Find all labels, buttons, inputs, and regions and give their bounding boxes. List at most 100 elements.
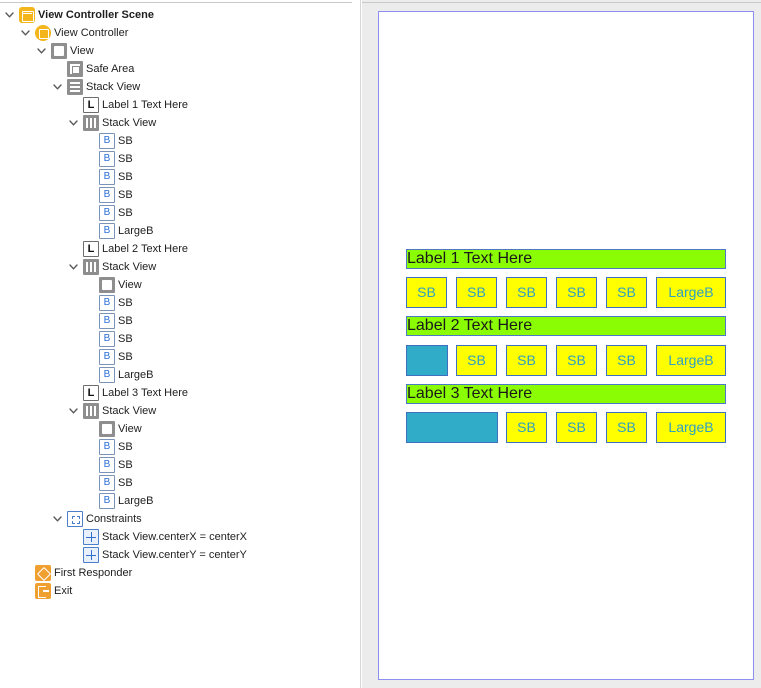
outline-item-label: LargeB <box>118 225 154 237</box>
outline-item-label: Stack View <box>102 117 157 129</box>
label-1[interactable]: Label 1 Text Here <box>406 249 726 269</box>
outline-item[interactable]: First Responder <box>20 564 132 582</box>
outline-item[interactable]: L Label 3 Text Here <box>68 384 188 402</box>
outline-item[interactable]: Stack View.centerY = centerY <box>68 546 247 564</box>
outline-item[interactable]: Constraints <box>52 510 142 528</box>
outline-item[interactable]: B LargeB <box>84 492 153 510</box>
button-icon: B <box>99 133 115 149</box>
sb-button[interactable]: SB <box>556 345 597 376</box>
outline-item[interactable]: View <box>84 276 142 294</box>
sb-button[interactable]: SB <box>606 412 647 443</box>
sb-button[interactable]: SB <box>506 277 547 308</box>
button-icon: B <box>99 367 115 383</box>
button-row-2[interactable]: SB SB SB SB LargeB <box>406 345 726 376</box>
outline-item[interactable]: View Controller Scene <box>4 6 154 24</box>
chevron-down-icon[interactable] <box>68 114 79 132</box>
chevron-down-icon[interactable] <box>20 24 31 42</box>
view-controller-frame[interactable]: Label 1 Text Here SB SB SB SB SB LargeB … <box>378 11 754 680</box>
outline-item[interactable]: Stack View <box>68 402 156 420</box>
label-3[interactable]: Label 3 Text Here <box>406 384 726 404</box>
large-button[interactable]: LargeB <box>656 277 726 308</box>
button-icon: B <box>99 349 115 365</box>
sb-button[interactable]: SB <box>556 412 597 443</box>
document-outline: View Controller Scene View Controller View… <box>0 0 361 688</box>
sb-button[interactable]: SB <box>606 277 647 308</box>
sb-button[interactable]: SB <box>606 345 647 376</box>
outline-item[interactable]: B LargeB <box>84 366 153 384</box>
outline-item-label: SB <box>118 315 133 327</box>
chevron-down-icon[interactable] <box>4 6 15 24</box>
large-button[interactable]: LargeB <box>656 345 726 376</box>
chevron-down-icon[interactable] <box>68 258 79 276</box>
label-icon: L <box>83 97 99 113</box>
outline-item[interactable]: Stack View <box>52 78 140 96</box>
button-row-1[interactable]: SB SB SB SB SB LargeB <box>406 277 726 308</box>
spacer-view[interactable] <box>406 345 448 376</box>
sb-button[interactable]: SB <box>506 345 547 376</box>
sb-button[interactable]: SB <box>456 277 497 308</box>
scene-icon <box>19 7 35 23</box>
sb-button[interactable]: SB <box>406 277 447 308</box>
outline-item-label: LargeB <box>118 369 154 381</box>
outline-item[interactable]: L Label 2 Text Here <box>68 240 188 258</box>
outline-item[interactable]: B SB <box>84 204 133 222</box>
sb-button[interactable]: SB <box>556 277 597 308</box>
outline-item[interactable]: View <box>36 42 94 60</box>
outline-item[interactable]: Exit <box>20 582 72 600</box>
button-icon: B <box>99 457 115 473</box>
outline-item-label: Label 1 Text Here <box>102 99 189 111</box>
outline-item[interactable]: B SB <box>84 150 133 168</box>
outline-item-label: SB <box>118 297 133 309</box>
button-row-3[interactable]: SB SB SB LargeB <box>406 412 726 443</box>
outline-item[interactable]: Stack View <box>68 114 156 132</box>
outline-item[interactable]: B SB <box>84 474 133 492</box>
button-icon: B <box>99 169 115 185</box>
outline-item-label: SB <box>118 207 133 219</box>
outline-item[interactable]: B SB <box>84 456 133 474</box>
spacer-view[interactable] <box>406 412 498 443</box>
outline-item-label: Stack View <box>86 81 141 93</box>
button-icon: B <box>99 313 115 329</box>
chevron-down-icon[interactable] <box>52 78 63 96</box>
chevron-down-icon[interactable] <box>68 402 79 420</box>
button-icon: B <box>99 331 115 347</box>
outline-item[interactable]: B SB <box>84 312 133 330</box>
vertical-stack-icon <box>67 79 83 95</box>
outline-item[interactable]: View Controller <box>20 24 128 42</box>
sb-button[interactable]: SB <box>456 345 497 376</box>
view-controller-icon <box>35 25 51 41</box>
outline-item[interactable]: Stack View <box>68 258 156 276</box>
outline-item[interactable]: B SB <box>84 330 133 348</box>
outline-item-label: View <box>70 45 94 57</box>
view-icon <box>99 277 115 293</box>
storyboard-canvas[interactable]: Label 1 Text Here SB SB SB SB SB LargeB … <box>362 0 761 688</box>
outline-item[interactable]: View <box>84 420 142 438</box>
large-button[interactable]: LargeB <box>656 412 726 443</box>
outline-item[interactable]: B SB <box>84 168 133 186</box>
chevron-down-icon[interactable] <box>36 42 47 60</box>
label-2[interactable]: Label 2 Text Here <box>406 316 726 336</box>
outline-item[interactable]: B SB <box>84 438 133 456</box>
outline-item-label: SB <box>118 333 133 345</box>
outline-item[interactable]: Safe Area <box>52 60 134 78</box>
outline-item[interactable]: B SB <box>84 132 133 150</box>
outline-item[interactable]: B LargeB <box>84 222 153 240</box>
sb-button[interactable]: SB <box>506 412 547 443</box>
outline-item[interactable]: Stack View.centerX = centerX <box>68 528 247 546</box>
horizontal-stack-icon <box>83 403 99 419</box>
outline-item[interactable]: B SB <box>84 186 133 204</box>
outline-item[interactable]: B SB <box>84 294 133 312</box>
outline-item[interactable]: L Label 1 Text Here <box>68 96 188 114</box>
outline-item[interactable]: B SB <box>84 348 133 366</box>
chevron-down-icon[interactable] <box>52 510 63 528</box>
